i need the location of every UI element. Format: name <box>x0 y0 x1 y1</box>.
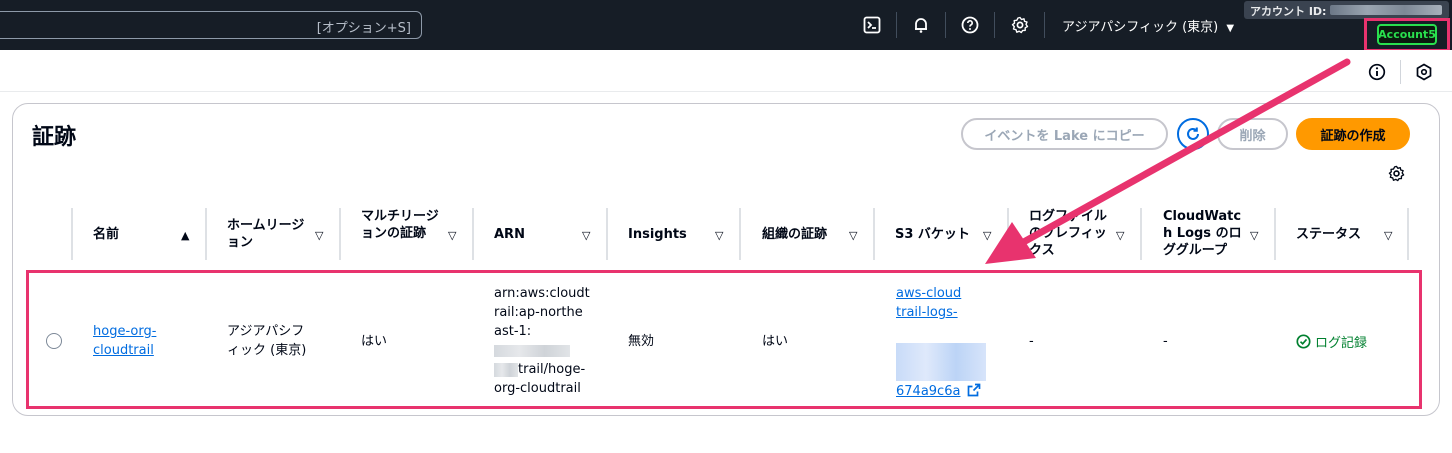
organization-trail-cell: はい <box>762 334 789 349</box>
trail-name-link[interactable]: hoge-org-cloudtrail <box>93 322 163 360</box>
column-divider <box>873 208 875 260</box>
s3-bucket-prefix[interactable]: aws-cloudtrail-logs- <box>896 286 961 320</box>
toolbar-divider <box>1400 60 1401 84</box>
sort-caret-icon[interactable]: ▽ <box>1250 229 1258 242</box>
sort-ascending-icon[interactable]: ▲ <box>181 229 189 242</box>
column-header-cloudwatch-log-group[interactable]: CloudWatch Logs のロググループ <box>1163 208 1247 260</box>
column-divider <box>339 208 341 260</box>
table-preferences-gear-icon[interactable] <box>1386 163 1406 183</box>
home-region-cell: アジアパシフィック (東京) <box>227 324 307 358</box>
page-title: 証跡 <box>32 125 77 150</box>
create-trail-button[interactable]: 証跡の作成 <box>1296 118 1410 150</box>
s3-bucket-redacted <box>896 343 986 381</box>
arn-cell: arn:aws:cloudtrail:ap-northeast-1:trail/… <box>494 284 590 398</box>
account-id-redacted <box>1330 5 1442 15</box>
gear-icon[interactable] <box>1009 14 1031 36</box>
help-icon[interactable] <box>959 14 981 36</box>
caret-down-icon: ▼ <box>1226 23 1235 34</box>
region-label: アジアパシフィック (東京) <box>1062 20 1219 35</box>
info-icon[interactable] <box>1367 62 1387 82</box>
nav-divider <box>1044 12 1045 38</box>
sort-caret-icon[interactable]: ▽ <box>715 229 723 242</box>
insights-cell: 無効 <box>628 334 655 349</box>
success-check-icon <box>1296 334 1311 349</box>
status-text: ログ記録 <box>1315 336 1368 351</box>
sort-caret-icon[interactable]: ▽ <box>983 229 991 242</box>
secondary-toolbar <box>0 50 1452 92</box>
cloudwatch-log-group-cell: - <box>1163 334 1168 349</box>
nav-divider <box>994 12 995 38</box>
account-id-redacted <box>494 362 518 377</box>
bell-icon[interactable] <box>910 14 932 36</box>
account-info-strip: アカウント ID: <box>1244 1 1449 19</box>
arn-prefix: arn:aws:cloudtrail:ap-northeast-1: <box>494 286 590 339</box>
s3-bucket-link[interactable]: aws-cloudtrail-logs- <box>896 284 966 322</box>
s3-bucket-suffix[interactable]: 674a9c6a <box>896 384 960 399</box>
sort-caret-icon[interactable]: ▽ <box>1384 229 1392 242</box>
nav-divider <box>896 12 897 38</box>
row-select-radio[interactable] <box>46 333 62 349</box>
column-divider <box>71 208 73 260</box>
column-divider <box>472 208 474 260</box>
status-cell: ログ記録 <box>1296 332 1367 351</box>
sort-caret-icon[interactable]: ▽ <box>448 229 456 242</box>
refresh-button[interactable] <box>1177 118 1209 150</box>
column-divider <box>1007 208 1009 260</box>
hexagon-settings-icon[interactable] <box>1414 62 1434 82</box>
sort-caret-icon[interactable]: ▽ <box>1116 229 1124 242</box>
trail-name-text[interactable]: hoge-org-cloudtrail <box>93 324 156 358</box>
column-divider <box>1407 208 1409 260</box>
column-divider <box>1140 208 1142 260</box>
external-link-icon <box>967 383 980 397</box>
account-id-label: アカウント ID: <box>1250 5 1327 18</box>
sort-caret-icon[interactable]: ▽ <box>849 229 857 242</box>
column-divider <box>1274 208 1276 260</box>
copy-events-to-lake-button[interactable]: イベントを Lake にコピー <box>961 118 1168 150</box>
sort-caret-icon[interactable]: ▽ <box>315 229 323 242</box>
column-divider <box>739 208 741 260</box>
refresh-icon <box>1187 127 1199 140</box>
cloudshell-icon[interactable] <box>861 14 883 36</box>
column-divider <box>606 208 608 260</box>
sort-caret-icon[interactable]: ▽ <box>582 229 590 242</box>
account-id-redacted <box>494 344 570 357</box>
log-file-prefix-cell: - <box>1029 334 1034 349</box>
account-badge: Account5 <box>1377 24 1437 45</box>
column-header-home-region[interactable]: ホームリージョン <box>227 217 307 269</box>
region-selector[interactable]: アジアパシフィック (東京) ▼ <box>1062 16 1234 35</box>
column-header-multi-region[interactable]: マルチリージョンの証跡 <box>361 208 441 260</box>
column-divider <box>205 208 207 260</box>
nav-divider <box>945 12 946 38</box>
search-input[interactable]: [オプション+S] <box>0 11 422 39</box>
s3-bucket-link-end[interactable]: 674a9c6a <box>896 382 981 401</box>
search-shortcut-hint: [オプション+S] <box>316 21 411 36</box>
delete-button[interactable]: 削除 <box>1217 118 1288 150</box>
multi-region-cell: はい <box>361 334 388 349</box>
column-header-log-file-prefix[interactable]: ログファイルのプレフィックス <box>1029 208 1109 260</box>
